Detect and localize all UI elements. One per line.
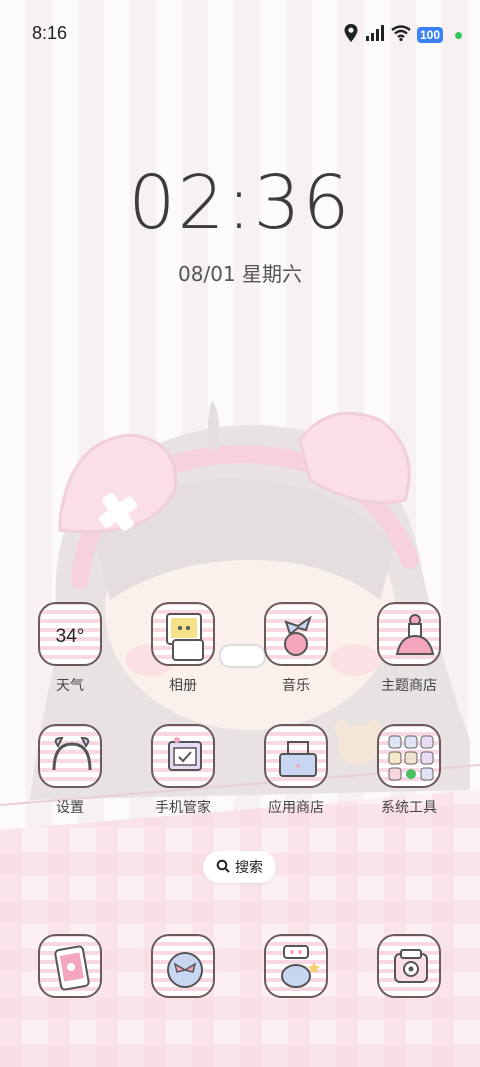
phone-icon[interactable] [38,934,102,998]
folder-system-tools[interactable]: 系统工具 [354,724,464,817]
dock-browser[interactable] [354,934,464,998]
settings-icon[interactable] [38,724,102,788]
status-bar: 8:16 100 [0,0,480,66]
system-tools-folder-icon[interactable] [377,724,441,788]
app-weather[interactable]: 34° 天气 [15,602,125,695]
theme-store-icon[interactable] [377,602,441,666]
signal-icon [365,25,385,45]
search-icon [216,858,230,877]
battery-indicator: 100 [416,27,443,43]
app-app-store[interactable]: 应用商店 [241,724,351,817]
app-label: 相册 [169,678,197,694]
app-store-icon[interactable] [264,724,328,788]
weather-icon[interactable]: 34° [38,602,102,666]
app-settings[interactable]: 设置 [15,724,125,817]
lockscreen-clock[interactable]: 02:36 [0,160,480,246]
phone-manager-icon[interactable] [151,724,215,788]
app-label: 天气 [56,678,84,694]
app-label: 系统工具 [381,800,437,816]
status-time: 8:16 [32,23,68,43]
status-icons: 100 [343,23,462,47]
photo-album-icon[interactable] [151,602,215,666]
privacy-indicator-dot [455,31,462,39]
wifi-icon [391,25,411,45]
app-label: 设置 [56,800,84,816]
lockscreen-date[interactable]: 08/01 星期六 [0,258,480,287]
messages-icon[interactable] [151,934,215,998]
search-label: 搜索 [235,860,263,876]
app-theme-store[interactable]: 主题商店 [354,602,464,695]
app-label: 应用商店 [268,800,324,816]
dock-phone[interactable] [15,934,125,998]
location-icon [343,23,359,47]
search-button[interactable]: 搜索 [203,851,276,883]
browser-icon[interactable] [377,934,441,998]
dock-camera[interactable] [241,934,351,998]
app-gallery[interactable]: 相册 [128,602,238,695]
app-label: 主题商店 [381,678,437,694]
app-label: 手机管家 [155,800,211,816]
app-phone-manager[interactable]: 手机管家 [128,724,238,817]
music-icon[interactable] [264,602,328,666]
app-music[interactable]: 音乐 [241,602,351,695]
weather-temperature: 34° [55,626,85,647]
dock-messages[interactable] [128,934,238,998]
app-label: 音乐 [282,678,310,694]
camera-app-icon[interactable] [264,934,328,998]
